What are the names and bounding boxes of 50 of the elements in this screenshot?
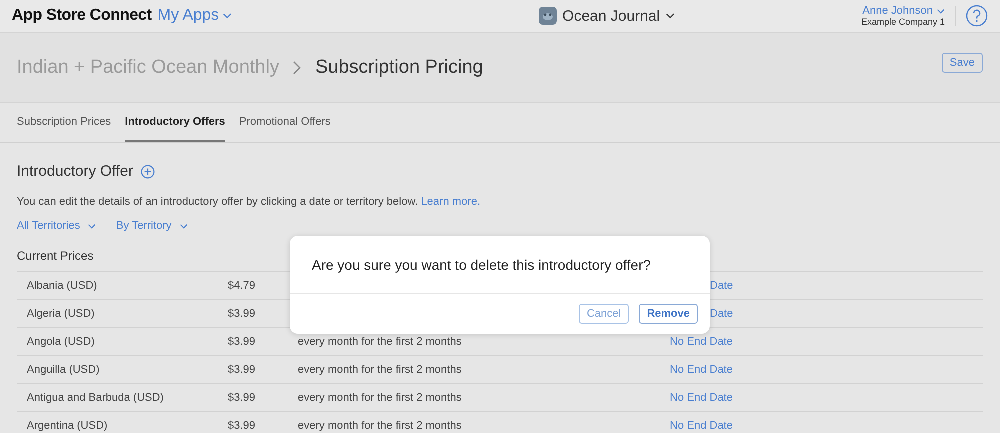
chevron-down-icon <box>666 13 676 19</box>
chevron-down-icon <box>88 224 96 228</box>
duration-cell: every month for the first 2 months <box>298 364 462 376</box>
add-icon[interactable] <box>141 164 156 178</box>
end-date-link[interactable]: No End Date <box>670 420 733 432</box>
tab[interactable]: Promotional Offers <box>239 103 331 142</box>
chevron-down-icon <box>937 8 946 14</box>
remove-button[interactable]: Remove <box>639 304 698 324</box>
my-apps-menu[interactable]: My Apps <box>158 7 232 25</box>
chevron-down-icon <box>180 224 188 228</box>
dialog-message: Are you sure you want to delete this introductory offer? <box>290 236 710 294</box>
price-cell-text: $3.99 <box>228 392 257 404</box>
user-menu[interactable]: Anne Johnson <box>862 5 946 17</box>
app-icon <box>538 7 557 25</box>
end-date-link[interactable]: Date <box>710 280 734 292</box>
cancel-button[interactable]: Cancel <box>578 304 630 324</box>
page-title: Subscription Pricing <box>315 56 484 78</box>
territory-cell[interactable]: Albania (USD) <box>17 280 228 292</box>
tab[interactable]: Introductory Offers <box>125 103 226 142</box>
duration-cell: every month for the first 2 months <box>298 392 462 404</box>
end-date-link[interactable]: No End Date <box>670 392 733 404</box>
breadcrumb-link[interactable]: Indian + Pacific Ocean Monthly <box>17 56 280 78</box>
territory-cell[interactable]: Argentina (USD) <box>17 420 228 432</box>
help-icon[interactable] <box>966 5 988 27</box>
territory-cell[interactable]: Angola (USD) <box>17 336 228 348</box>
tab[interactable]: Subscription Prices <box>17 103 112 142</box>
app-selector[interactable]: Ocean Journal <box>538 7 676 25</box>
chevron-right-icon <box>293 60 302 74</box>
learn-more-link[interactable]: Learn more. <box>421 196 480 208</box>
filter-dropdown[interactable]: By Territory <box>116 220 188 232</box>
price-cell-text: $3.99 <box>228 364 257 376</box>
company-name: Example Company 1 <box>861 17 946 27</box>
price-cell-text: $4.79 <box>228 280 257 292</box>
territory-cell[interactable]: Anguilla (USD) <box>17 364 228 376</box>
price-cell-text: $3.99 <box>228 308 257 320</box>
section-title: Introductory Offer <box>17 163 134 180</box>
description-text: You can edit the details of an introductory offer by clicking a date or territory below. Learn more. <box>17 196 482 208</box>
duration-cell: every month for the first 2 months <box>298 336 462 348</box>
chevron-down-icon <box>223 13 232 19</box>
end-date-link[interactable]: No End Date <box>670 364 733 376</box>
territory-cell[interactable]: Antigua and Barbuda (USD) <box>17 392 228 404</box>
brand-title: App Store Connect <box>12 7 152 25</box>
filter-dropdown[interactable]: All Territories <box>17 220 96 232</box>
save-button[interactable]: Save <box>942 53 983 73</box>
end-date-link[interactable]: No End Date <box>670 336 733 348</box>
price-cell-text: $3.99 <box>228 420 257 432</box>
end-date-link[interactable]: Date <box>710 308 734 320</box>
territory-cell[interactable]: Algeria (USD) <box>17 308 228 320</box>
price-cell-text: $3.99 <box>228 336 257 348</box>
duration-cell: every month for the first 2 months <box>298 420 462 432</box>
